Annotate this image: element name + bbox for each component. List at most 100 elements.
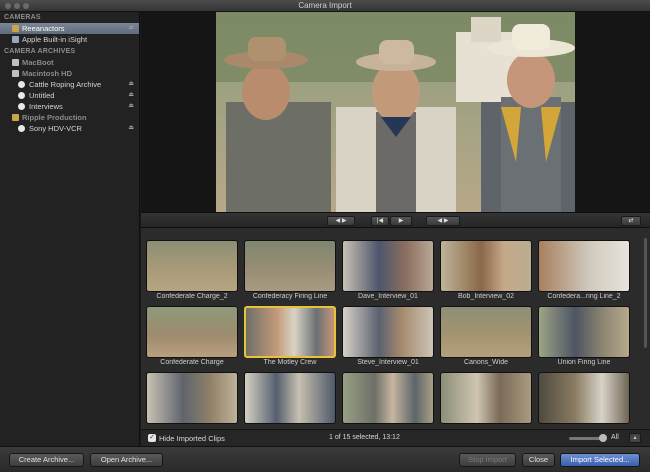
clip-tile[interactable]: Bob_Interview_02 — [440, 240, 532, 302]
folder-icon — [12, 114, 19, 121]
clip-tile[interactable] — [244, 372, 336, 429]
clip-tile[interactable]: Steve_Interview_01 — [342, 306, 434, 368]
clip-thumbnail — [244, 372, 336, 424]
sidebar-item-interviews[interactable]: Interviews ⏏ — [0, 101, 139, 112]
go-to-start-button[interactable]: |◀ — [371, 216, 389, 226]
clip-thumbnail — [146, 306, 238, 358]
clip-thumbnail — [146, 240, 238, 292]
sidebar-item-label: Sony HDV-VCR — [29, 124, 82, 133]
clip-tile[interactable]: Union Firing Line — [538, 306, 630, 368]
archive-icon — [18, 125, 25, 132]
clip-tile[interactable]: Confederacy Firing Line — [244, 240, 336, 302]
eject-icon[interactable]: ⏏ — [128, 79, 134, 90]
sidebar-item-label: Apple Built-in iSight — [22, 35, 88, 44]
bottom-toolbar: Create Archive... Open Archive... Stop I… — [0, 446, 650, 472]
play-button[interactable]: ▶ — [390, 216, 412, 226]
clip-thumbnail — [342, 240, 434, 292]
loop-icon[interactable]: ⇄ — [621, 216, 641, 226]
skip-forward-button[interactable]: ◀ ▶ — [426, 216, 460, 226]
skip-back-button[interactable]: ◀ ▶ — [327, 216, 355, 226]
transport-controls: ◀ ▶ |◀ ▶ ◀ ▶ ⇄ — [141, 212, 650, 228]
zoom-slider[interactable] — [569, 437, 603, 440]
sidebar-item-label: Interviews — [29, 102, 63, 111]
clip-name: Steve_Interview_01 — [357, 359, 419, 366]
browser-status-bar: ✓ Hide Imported Clips 1 of 15 selected, … — [141, 429, 650, 446]
camera-icon — [12, 36, 19, 43]
archive-icon — [18, 103, 25, 110]
sidebar-item-reeanactors[interactable]: Reeanactors ⏏ — [0, 23, 139, 34]
clip-thumbnail — [244, 306, 336, 358]
clip-tile[interactable]: Confedera...ring Line_2 — [538, 240, 630, 302]
sidebar-item-cattle-roping-archive[interactable]: Cattle Roping Archive ⏏ — [0, 79, 139, 90]
clip-thumbnail — [342, 372, 434, 424]
clip-thumbnail — [440, 306, 532, 358]
clip-thumbnail — [146, 372, 238, 424]
clip-name: Confedera...ring Line_2 — [547, 293, 621, 300]
sidebar-item-sony-hdv-vcr[interactable]: Sony HDV-VCR ⏏ — [0, 123, 139, 134]
close-button[interactable]: Close — [522, 453, 555, 467]
clip-tile-selected[interactable]: The Motley Crew — [244, 306, 336, 368]
eject-icon[interactable]: ⏏ — [128, 23, 134, 34]
clip-name: Canons_Wide — [464, 359, 508, 366]
eject-icon[interactable]: ⏏ — [128, 123, 134, 134]
zoom-slider-knob[interactable] — [599, 434, 607, 442]
clip-thumbnail — [244, 240, 336, 292]
clip-thumbnail — [440, 372, 532, 424]
create-archive-button[interactable]: Create Archive... — [9, 453, 84, 467]
clip-name: Bob_Interview_02 — [457, 293, 515, 300]
sidebar-item-isight[interactable]: Apple Built-in iSight — [0, 34, 139, 45]
sidebar-item-label: Untitled — [29, 91, 55, 100]
hide-imported-label: Hide Imported Clips — [159, 434, 225, 443]
folder-icon — [12, 25, 19, 32]
hide-imported-checkbox[interactable]: ✓ — [148, 434, 156, 442]
clip-tile[interactable] — [342, 372, 434, 429]
clip-tile[interactable]: Dave_Interview_01 — [342, 240, 434, 302]
stop-import-button[interactable]: Stop Import — [459, 453, 516, 467]
title-bar: Camera Import — [0, 0, 650, 12]
clip-tile[interactable] — [146, 372, 238, 429]
clip-tile[interactable] — [440, 372, 532, 429]
zoom-menu-icon[interactable]: ▴ — [629, 433, 641, 443]
sidebar-item-untitled[interactable]: Untitled ⏏ — [0, 90, 139, 101]
import-selected-button[interactable]: Import Selected... — [560, 453, 640, 467]
selection-info: 1 of 15 selected, 13:12 — [329, 434, 400, 441]
hard-drive-icon — [12, 59, 19, 66]
sidebar-item-ripple-production[interactable]: Ripple Production — [0, 112, 139, 123]
clip-tile[interactable]: Confederate Charge — [146, 306, 238, 368]
zoom-window-icon[interactable] — [23, 3, 29, 9]
clip-name: The Motley Crew — [263, 359, 317, 366]
sidebar-item-macboot[interactable]: MacBoot — [0, 57, 139, 68]
clip-tile[interactable]: Confederate Charge_2 — [146, 240, 238, 302]
preview-frame-image — [216, 12, 575, 212]
eject-icon[interactable]: ⏏ — [128, 90, 134, 101]
sidebar-item-label: MacBoot — [22, 58, 54, 67]
clip-name: Confederate Charge_2 — [156, 293, 228, 300]
sidebar-item-label: Cattle Roping Archive — [29, 80, 102, 89]
clip-name: Union Firing Line — [557, 359, 611, 366]
window-title: Camera Import — [298, 1, 352, 10]
sidebar-item-macintosh-hd[interactable]: Macintosh HD — [0, 68, 139, 79]
clip-name: Confederacy Firing Line — [252, 293, 328, 300]
clip-thumbnail — [538, 240, 630, 292]
zoom-label: All — [611, 434, 619, 441]
clip-browser: Confederate Charge_2 Confederacy Firing … — [141, 228, 650, 429]
hard-drive-icon — [12, 70, 19, 77]
archives-header: CAMERA ARCHIVES — [4, 48, 76, 55]
clip-tile[interactable]: Canons_Wide — [440, 306, 532, 368]
clip-thumbnail — [342, 306, 434, 358]
open-archive-button[interactable]: Open Archive... — [90, 453, 163, 467]
browser-scrollbar[interactable] — [644, 238, 647, 348]
video-preview[interactable] — [216, 12, 575, 212]
clip-name: Dave_Interview_01 — [358, 293, 418, 300]
sidebar-item-label: Reeanactors — [22, 24, 65, 33]
close-window-icon[interactable] — [5, 3, 11, 9]
clip-tile[interactable] — [538, 372, 630, 429]
eject-icon[interactable]: ⏏ — [128, 101, 134, 112]
minimize-window-icon[interactable] — [14, 3, 20, 9]
archive-icon — [18, 92, 25, 99]
sidebar: CAMERAS Reeanactors ⏏ Apple Built-in iSi… — [0, 12, 140, 446]
clip-name: Confederate Charge — [160, 359, 224, 366]
cameras-header: CAMERAS — [4, 14, 41, 21]
sidebar-item-label: Macintosh HD — [22, 69, 73, 78]
clip-thumbnail — [538, 306, 630, 358]
